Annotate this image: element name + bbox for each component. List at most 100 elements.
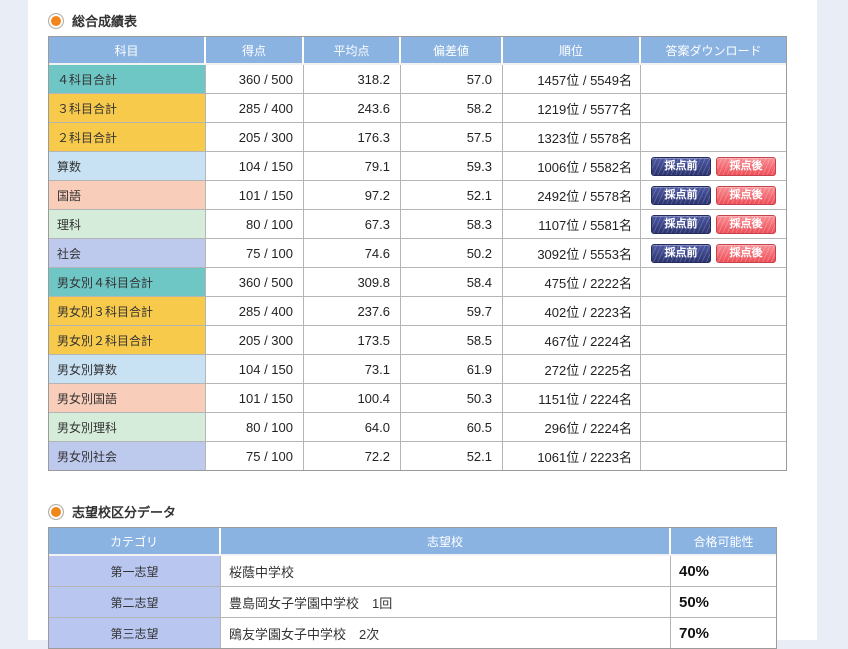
download-after-scoring-button[interactable]: 採点後 xyxy=(716,157,776,176)
download-before-scoring-button[interactable]: 採点前 xyxy=(651,215,711,234)
school-col-header-category: カテゴリ xyxy=(49,528,221,556)
download-after-scoring-button[interactable]: 採点後 xyxy=(716,186,776,205)
section-bullet-icon xyxy=(48,13,64,29)
answer-download-cell xyxy=(641,65,786,94)
answer-download-cell xyxy=(641,297,786,326)
deviation-value: 58.2 xyxy=(401,94,503,123)
download-before-scoring-button[interactable]: 採点前 xyxy=(651,244,711,263)
subject-label: 男女別社会 xyxy=(49,442,206,470)
average-value: 74.6 xyxy=(304,239,401,268)
score-table-body: ４科目合計 360 / 500 318.2 57.0 1457位 / 5549名… xyxy=(49,65,786,470)
school-name: 豊島岡女子学園中学校 1回 xyxy=(221,587,671,618)
category-label: 第一志望 xyxy=(49,556,221,587)
score-table-row: 男女別２科目合計 205 / 300 173.5 58.5 467位 / 222… xyxy=(49,326,786,355)
score-table-row: 男女別４科目合計 360 / 500 309.8 58.4 475位 / 222… xyxy=(49,268,786,297)
score-value: 101 / 150 xyxy=(206,384,304,413)
rank-value: 1219位 / 5577名 xyxy=(503,94,641,123)
average-value: 100.4 xyxy=(304,384,401,413)
category-label: 第三志望 xyxy=(49,618,221,648)
score-value: 285 / 400 xyxy=(206,297,304,326)
rank-value: 402位 / 2223名 xyxy=(503,297,641,326)
answer-download-cell xyxy=(641,123,786,152)
score-table-row: 理科 80 / 100 67.3 58.3 1107位 / 5581名 採点前 … xyxy=(49,210,786,239)
deviation-value: 58.3 xyxy=(401,210,503,239)
download-before-scoring-button[interactable]: 採点前 xyxy=(651,186,711,205)
score-section-title: 総合成績表 xyxy=(48,11,137,30)
score-table-header-row: 科目 得点 平均点 偏差値 順位 答案ダウンロード xyxy=(49,37,786,65)
deviation-value: 58.4 xyxy=(401,268,503,297)
average-value: 79.1 xyxy=(304,152,401,181)
answer-download-cell xyxy=(641,326,786,355)
score-col-header-subject: 科目 xyxy=(49,37,206,65)
download-after-scoring-button[interactable]: 採点後 xyxy=(716,244,776,263)
deviation-value: 52.1 xyxy=(401,442,503,470)
score-table-row: ２科目合計 205 / 300 176.3 57.5 1323位 / 5578名 xyxy=(49,123,786,152)
download-buttons: 採点前 採点後 xyxy=(651,157,776,176)
average-value: 73.1 xyxy=(304,355,401,384)
school-col-header-probability: 合格可能性 xyxy=(671,528,776,556)
answer-download-cell xyxy=(641,384,786,413)
score-section-title-label: 総合成績表 xyxy=(72,11,137,30)
score-table-row: 算数 104 / 150 79.1 59.3 1006位 / 5582名 採点前… xyxy=(49,152,786,181)
answer-download-cell: 採点前 採点後 xyxy=(641,152,786,181)
score-table-row: 男女別３科目合計 285 / 400 237.6 59.7 402位 / 222… xyxy=(49,297,786,326)
average-value: 243.6 xyxy=(304,94,401,123)
download-before-scoring-button[interactable]: 採点前 xyxy=(651,157,711,176)
score-table-row: 男女別国語 101 / 150 100.4 50.3 1151位 / 2224名 xyxy=(49,384,786,413)
rank-value: 1151位 / 2224名 xyxy=(503,384,641,413)
score-value: 80 / 100 xyxy=(206,413,304,442)
rank-value: 296位 / 2224名 xyxy=(503,413,641,442)
rank-value: 1323位 / 5578名 xyxy=(503,123,641,152)
score-value: 104 / 150 xyxy=(206,355,304,384)
school-name: 鴎友学園女子中学校 2次 xyxy=(221,618,671,648)
score-value: 205 / 300 xyxy=(206,326,304,355)
score-col-header-score: 得点 xyxy=(206,37,304,65)
pass-probability-value: 40% xyxy=(671,556,776,587)
school-table: カテゴリ 志望校 合格可能性 第一志望 桜蔭中学校 40% 第二志望 豊島岡女子… xyxy=(48,527,777,649)
score-value: 80 / 100 xyxy=(206,210,304,239)
rank-value: 1107位 / 5581名 xyxy=(503,210,641,239)
average-value: 97.2 xyxy=(304,181,401,210)
score-col-header-deviation: 偏差値 xyxy=(401,37,503,65)
deviation-value: 57.0 xyxy=(401,65,503,94)
download-after-scoring-button[interactable]: 採点後 xyxy=(716,215,776,234)
score-col-header-rank: 順位 xyxy=(503,37,641,65)
rank-value: 272位 / 2225名 xyxy=(503,355,641,384)
subject-label: 男女別理科 xyxy=(49,413,206,442)
school-table-body: 第一志望 桜蔭中学校 40% 第二志望 豊島岡女子学園中学校 1回 50% 第三… xyxy=(49,556,776,648)
section-bullet-icon xyxy=(48,504,64,520)
subject-label: ２科目合計 xyxy=(49,123,206,152)
content-area: 総合成績表 科目 得点 平均点 偏差値 順位 答案ダウンロード ４科目合計 36… xyxy=(28,0,817,640)
score-table-row: 社会 75 / 100 74.6 50.2 3092位 / 5553名 採点前 … xyxy=(49,239,786,268)
subject-label: 算数 xyxy=(49,152,206,181)
rank-value: 3092位 / 5553名 xyxy=(503,239,641,268)
answer-download-cell xyxy=(641,413,786,442)
school-table-row: 第二志望 豊島岡女子学園中学校 1回 50% xyxy=(49,587,776,618)
subject-label: 男女別国語 xyxy=(49,384,206,413)
subject-label: 男女別３科目合計 xyxy=(49,297,206,326)
pass-probability-value: 50% xyxy=(671,587,776,618)
school-name: 桜蔭中学校 xyxy=(221,556,671,587)
score-table-row: ３科目合計 285 / 400 243.6 58.2 1219位 / 5577名 xyxy=(49,94,786,123)
score-table: 科目 得点 平均点 偏差値 順位 答案ダウンロード ４科目合計 360 / 50… xyxy=(48,36,787,471)
answer-download-cell xyxy=(641,268,786,297)
rank-value: 1061位 / 2223名 xyxy=(503,442,641,470)
average-value: 173.5 xyxy=(304,326,401,355)
answer-download-cell xyxy=(641,94,786,123)
subject-label: 男女別算数 xyxy=(49,355,206,384)
score-value: 104 / 150 xyxy=(206,152,304,181)
score-table-row: 男女別算数 104 / 150 73.1 61.9 272位 / 2225名 xyxy=(49,355,786,384)
score-col-header-average: 平均点 xyxy=(304,37,401,65)
rank-value: 467位 / 2224名 xyxy=(503,326,641,355)
score-value: 75 / 100 xyxy=(206,442,304,470)
subject-label: 理科 xyxy=(49,210,206,239)
subject-label: 社会 xyxy=(49,239,206,268)
deviation-value: 50.2 xyxy=(401,239,503,268)
download-buttons: 採点前 採点後 xyxy=(651,244,776,263)
score-value: 360 / 500 xyxy=(206,268,304,297)
deviation-value: 52.1 xyxy=(401,181,503,210)
answer-download-cell: 採点前 採点後 xyxy=(641,181,786,210)
subject-label: 男女別４科目合計 xyxy=(49,268,206,297)
subject-label: 男女別２科目合計 xyxy=(49,326,206,355)
deviation-value: 57.5 xyxy=(401,123,503,152)
